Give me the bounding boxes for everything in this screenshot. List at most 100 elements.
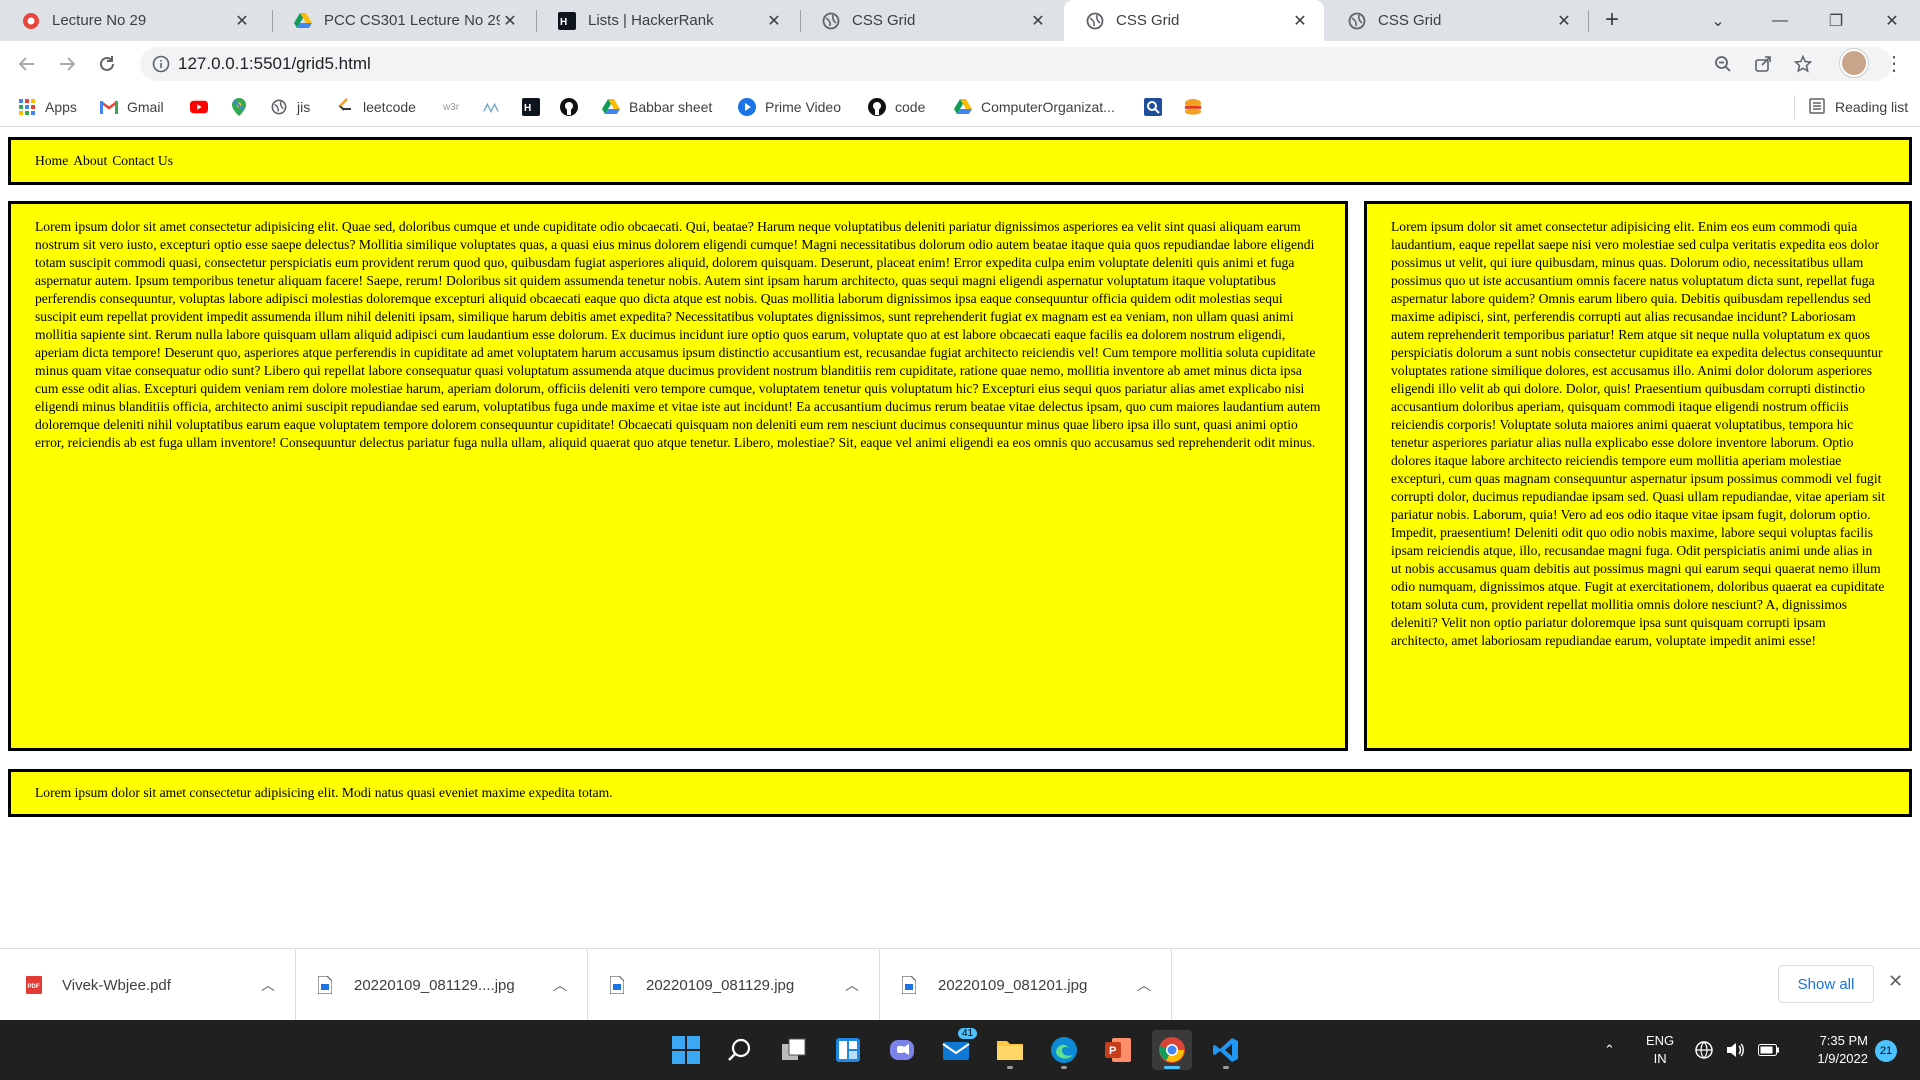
tab-6[interactable]: CSS Grid ✕ <box>1326 0 1588 41</box>
maps-icon <box>230 98 248 116</box>
reload-button[interactable] <box>92 49 122 79</box>
chevron-up-icon[interactable]: ︿ <box>553 975 567 995</box>
bookmark-code[interactable]: code <box>868 95 925 119</box>
mail-badge: 41 <box>958 1028 978 1039</box>
download-item[interactable]: 20220109_081129.jpg ︿ <box>588 949 880 1021</box>
bookmark-burger[interactable] <box>1184 95 1211 119</box>
new-tab-button[interactable]: + <box>1598 6 1626 34</box>
search-icon <box>728 1038 751 1061</box>
close-icon[interactable]: ✕ <box>1554 11 1574 31</box>
url-text[interactable]: 127.0.0.1:5501/grid5.html <box>178 54 371 74</box>
pdf-file-icon: PDF <box>26 976 42 994</box>
battery-icon[interactable] <box>1758 1020 1780 1080</box>
show-hidden-icons-chevron-icon[interactable]: ⌃ <box>1604 1020 1615 1080</box>
minimize-button[interactable]: — <box>1752 0 1808 41</box>
close-icon[interactable]: ✕ <box>232 11 252 31</box>
widgets-icon <box>836 1038 860 1062</box>
bookmark-babbar-sheet[interactable]: Babbar sheet <box>602 95 712 119</box>
start-button[interactable] <box>666 1030 706 1070</box>
share-icon[interactable] <box>1750 51 1776 77</box>
github-icon <box>868 98 886 116</box>
tab-title: Lecture No 29 <box>52 12 147 29</box>
close-icon[interactable]: ✕ <box>1888 971 1903 992</box>
bookmark-search-app[interactable] <box>1144 95 1171 119</box>
bookmark-youtube[interactable] <box>190 95 217 119</box>
bookmark-github[interactable] <box>560 95 587 119</box>
image-file-icon <box>901 975 918 995</box>
bookmarks-bar: Apps Gmail jis leetcode w3r H Babbar she… <box>0 87 1920 127</box>
system-clock[interactable]: 7:35 PM 1/9/2022 <box>1800 1032 1868 1068</box>
language-indicator[interactable]: ENG IN <box>1646 1032 1674 1068</box>
edge-button[interactable] <box>1044 1030 1084 1070</box>
file-explorer-button[interactable] <box>990 1030 1030 1070</box>
tab-3[interactable]: H Lists | HackerRank ✕ <box>536 0 798 41</box>
tab-search-chevron-icon[interactable]: ⌄ <box>1690 0 1746 41</box>
show-all-button[interactable]: Show all <box>1778 965 1874 1003</box>
profile-avatar[interactable] <box>1840 49 1868 77</box>
download-item[interactable]: 20220109_081201.jpg ︿ <box>880 949 1172 1021</box>
globe-icon <box>270 98 288 116</box>
vscode-button[interactable] <box>1206 1030 1246 1070</box>
nav-link-contact[interactable]: Contact Us <box>112 152 173 170</box>
bookmark-gmail[interactable]: Gmail <box>100 95 164 119</box>
tab-5-active[interactable]: CSS Grid ✕ <box>1064 0 1324 41</box>
teams-chat-button[interactable] <box>882 1030 922 1070</box>
bookmark-apps[interactable]: Apps <box>18 95 77 119</box>
tab-4[interactable]: CSS Grid ✕ <box>800 0 1062 41</box>
nav-link-about[interactable]: About <box>73 152 107 170</box>
svg-text:H: H <box>560 17 567 28</box>
address-bar[interactable]: 127.0.0.1:5501/grid5.html <box>140 47 1892 81</box>
mail-button[interactable]: 41 <box>936 1028 978 1070</box>
reload-icon <box>100 56 114 71</box>
powerpoint-button[interactable]: P <box>1098 1030 1138 1070</box>
download-item[interactable]: PDF Vivek-Wbjee.pdf ︿ <box>0 949 296 1021</box>
bookmark-maps[interactable] <box>230 95 257 119</box>
leetcode-icon <box>336 98 354 116</box>
bookmark-w3schools[interactable]: w3r <box>440 95 471 119</box>
chevron-up-icon[interactable]: ︿ <box>261 975 275 995</box>
reading-list-button[interactable]: Reading list <box>1794 95 1908 119</box>
geeks-icon <box>482 98 500 116</box>
globe-icon <box>822 12 840 30</box>
maximize-button[interactable]: ❐ <box>1808 0 1864 41</box>
bookmark-star-icon[interactable] <box>1790 51 1816 77</box>
bookmark-computer-organization[interactable]: ComputerOrganizat... <box>954 95 1115 119</box>
google-drive-icon <box>954 98 972 116</box>
zoom-icon[interactable] <box>1710 51 1736 77</box>
volume-icon[interactable] <box>1726 1020 1746 1080</box>
close-icon[interactable]: ✕ <box>1290 11 1310 31</box>
tab-title: CSS Grid <box>1378 12 1442 29</box>
globe-icon <box>1086 12 1104 30</box>
widgets-button[interactable] <box>828 1030 868 1070</box>
close-window-button[interactable]: ✕ <box>1864 0 1920 41</box>
close-icon[interactable]: ✕ <box>500 11 520 31</box>
notification-badge[interactable]: 21 <box>1875 1040 1897 1062</box>
prime-video-icon <box>738 98 756 116</box>
close-icon[interactable]: ✕ <box>764 11 784 31</box>
more-menu-icon[interactable]: ⋮ <box>1884 51 1904 77</box>
download-item[interactable]: 20220109_081129....jpg ︿ <box>296 949 588 1021</box>
page-header-nav: Home About Contact Us <box>8 137 1912 185</box>
info-icon[interactable] <box>152 55 170 78</box>
bookmark-geeks[interactable] <box>482 95 509 119</box>
close-icon[interactable]: ✕ <box>1028 11 1048 31</box>
arrow-right-icon <box>60 57 76 71</box>
bookmark-jis[interactable]: jis <box>270 95 310 119</box>
windows-taskbar: 41 P ⌃ ENG IN 7:35 PM 1/9/2022 21 <box>0 1020 1920 1080</box>
bookmark-leetcode[interactable]: leetcode <box>336 95 416 119</box>
tab-2[interactable]: PCC CS301 Lecture No 29.n ✕ <box>272 0 534 41</box>
bookmark-prime-video[interactable]: Prime Video <box>738 95 841 119</box>
bookmark-label: Prime Video <box>765 99 842 115</box>
chevron-up-icon[interactable]: ︿ <box>845 975 859 995</box>
nav-link-home[interactable]: Home <box>35 152 68 170</box>
back-button[interactable] <box>12 49 42 79</box>
search-button[interactable] <box>720 1030 760 1070</box>
network-icon[interactable] <box>1694 1020 1714 1080</box>
web-page: Home About Contact Us Lorem ipsum dolor … <box>0 128 1920 948</box>
forward-button[interactable] <box>52 49 82 79</box>
chevron-up-icon[interactable]: ︿ <box>1137 975 1151 995</box>
chrome-button[interactable] <box>1152 1030 1192 1070</box>
tab-1[interactable]: Lecture No 29 ✕ <box>0 0 266 41</box>
task-view-button[interactable] <box>774 1030 814 1070</box>
bookmark-hackerrank[interactable]: H <box>522 95 549 119</box>
